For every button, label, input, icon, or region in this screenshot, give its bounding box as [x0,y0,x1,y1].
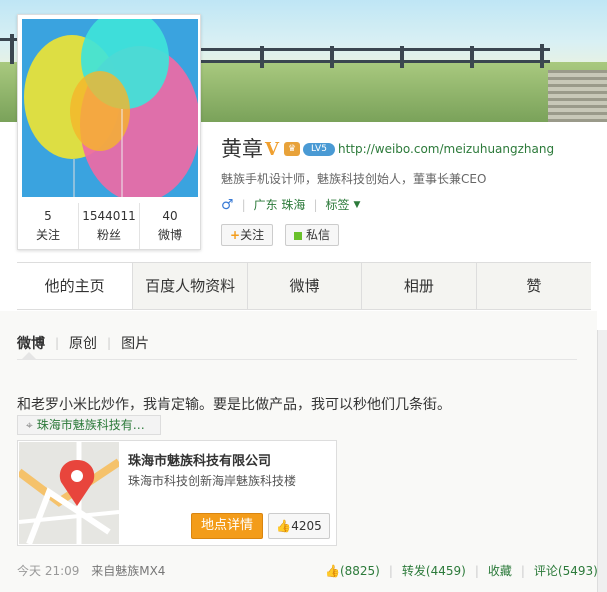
map-pin-icon [19,442,119,544]
cover-steps [548,70,607,122]
place-detail-button[interactable]: 地点详情 [191,513,263,539]
vip-badge-icon[interactable]: ♛ [284,142,300,156]
profile-stats: 5 关注 1544011 粉丝 40 微博 [18,203,200,249]
post-source[interactable]: 来自魅族MX4 [91,564,165,578]
favorite-action[interactable]: 收藏 [488,562,512,579]
chevron-down-icon[interactable]: ▼ [354,200,361,210]
profile-name: 黄章 [221,137,263,161]
message-label: 私信 [306,228,331,242]
action-separator: | [520,563,525,578]
fence-post [540,44,544,68]
cover-fence [200,48,550,51]
post-text: 和老罗小米比炒作，我肯定输。要是比做产品，我可以秒他们几条街。 [17,397,451,413]
location-chip-label: 珠海市魅族科技有… [36,418,145,432]
follow-button[interactable]: +关注 [221,224,274,246]
post-meta: 今天 21:09 来自魅族MX4 [17,562,165,579]
cover-fence [200,60,550,63]
tab-home[interactable]: 他的主页 [17,263,134,309]
map-thumbnail[interactable] [19,442,119,544]
profile-tabs: 他的主页 百度人物资料 微博 相册 赞 [17,262,592,310]
fence-post [400,46,404,68]
profile-bio: 魅族手机设计师，魅族科技创始人，董事长兼CEO [221,172,487,186]
verified-v-icon[interactable]: V [265,139,279,160]
comment-action[interactable]: 评论(5493) [534,562,598,579]
thumbs-up-icon: 👍 [325,563,340,578]
level-badge-icon[interactable]: LV5 [303,143,335,156]
place-title[interactable]: 珠海市魅族科技有限公司 [128,450,271,469]
subtab-pictures[interactable]: 图片 [121,333,149,353]
cover-fence [0,38,18,41]
place-address: 珠海市科技创新海岸魅族科技楼 [128,474,297,488]
subtab-separator: | [55,336,60,350]
fence-post [470,46,474,68]
subtab-separator: | [107,336,112,350]
message-icon [294,231,302,240]
stat-weibo[interactable]: 40 微博 [140,203,200,249]
fence-post [260,46,264,68]
place-like-count: 4205 [291,519,322,533]
male-icon: ♂ [221,196,234,213]
like-count: (8825) [339,563,380,578]
fence-post [330,46,334,68]
thumbs-up-icon: 👍 [276,519,292,533]
tab-weibo[interactable]: 微博 [247,263,363,309]
subtab-original[interactable]: 原创 [69,333,97,353]
balloons-avatar-icon [22,19,198,197]
post-time[interactable]: 今天 21:09 [17,564,79,578]
post-actions: 👍(8825) | 转发(4459) | 收藏 | 评论(5493) [325,562,598,579]
fence-post [10,34,14,64]
follow-label: 关注 [240,228,265,242]
message-button[interactable]: 私信 [285,224,340,246]
subtab-divider [17,359,577,360]
location-pin-icon: ⌖ [26,418,33,432]
avatar[interactable] [22,19,198,197]
repost-action[interactable]: 转发(4459) [402,562,466,579]
meta-separator: | [241,197,246,212]
stat-value: 40 [162,209,178,223]
stat-value: 1544011 [82,209,136,223]
location-link[interactable]: 广东 珠海 [254,196,306,213]
location-chip[interactable]: ⌖ 珠海市魅族科技有… [17,415,161,435]
subtab-caret [22,352,36,359]
profile-url-link[interactable]: http://weibo.com/meizuhuangzhang [338,142,554,156]
stat-label: 关注 [35,228,60,242]
right-scroll-edge[interactable] [597,330,607,592]
tab-album[interactable]: 相册 [362,263,477,309]
place-like-button[interactable]: 👍4205 [268,513,330,539]
meta-separator: | [313,197,318,212]
stat-label: 粉丝 [96,228,121,242]
subtab-weibo[interactable]: 微博 [17,333,45,353]
action-separator: | [474,563,479,578]
stat-fans[interactable]: 1544011 粉丝 [79,203,140,249]
like-action[interactable]: 👍(8825) [325,564,380,578]
tags-link[interactable]: 标签 [325,196,349,213]
stat-following[interactable]: 5 关注 [18,203,79,249]
avatar-card: 5 关注 1544011 粉丝 40 微博 [17,14,201,250]
action-separator: | [388,563,393,578]
feed-subtabs: 微博 | 原创 | 图片 [17,333,149,353]
tab-baidu-profile[interactable]: 百度人物资料 [133,263,248,309]
stat-label: 微博 [157,228,182,242]
plus-icon: + [230,228,241,242]
place-card[interactable]: 珠海市魅族科技有限公司 珠海市科技创新海岸魅族科技楼 地点详情 👍4205 [17,440,337,546]
stat-value: 5 [44,209,52,223]
tab-likes[interactable]: 赞 [476,263,592,309]
profile-meta: ♂ | 广东 珠海 | 标签 ▼ [221,196,360,213]
